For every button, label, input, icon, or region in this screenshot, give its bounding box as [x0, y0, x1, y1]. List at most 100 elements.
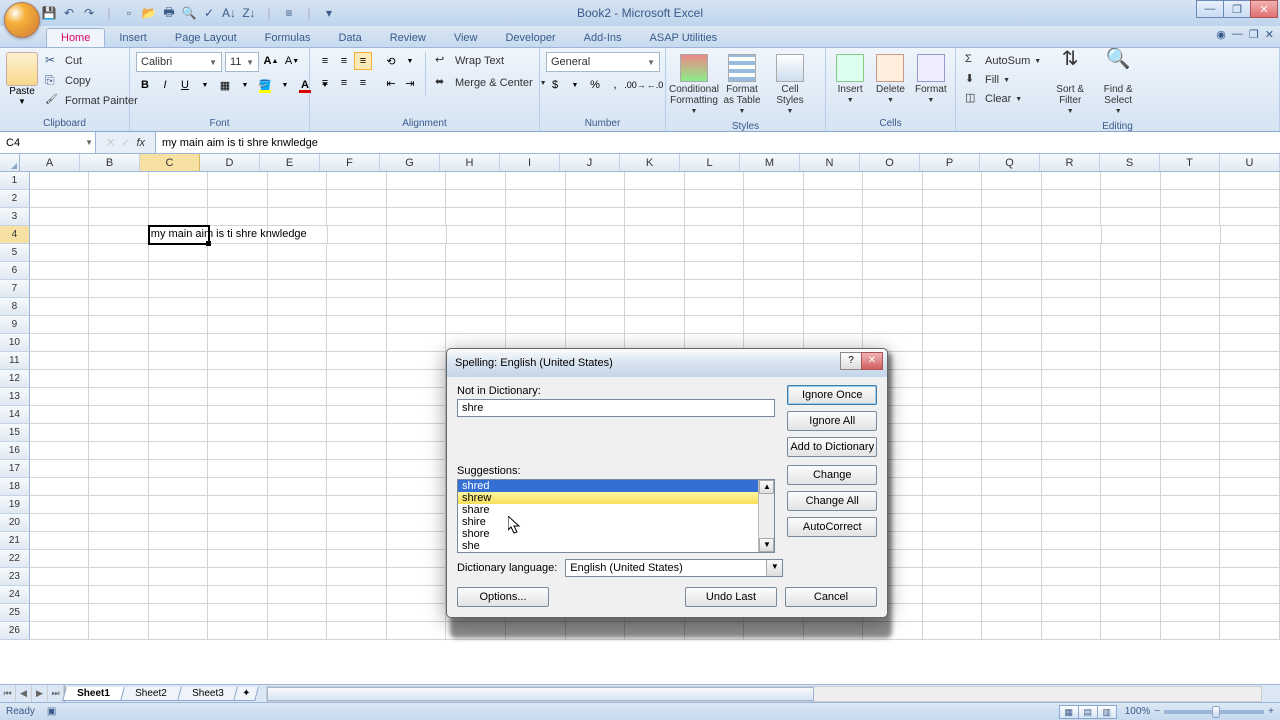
- cell[interactable]: [804, 172, 864, 190]
- cell[interactable]: [1161, 226, 1221, 244]
- cell[interactable]: [327, 424, 387, 442]
- qat-sortdesc-icon[interactable]: Z↓: [240, 4, 258, 22]
- cell[interactable]: [268, 352, 328, 370]
- cell[interactable]: [149, 406, 209, 424]
- cell[interactable]: [923, 334, 983, 352]
- row-header[interactable]: 25: [0, 604, 30, 622]
- cell[interactable]: [387, 424, 447, 442]
- cell[interactable]: [923, 622, 983, 640]
- cell[interactable]: [30, 298, 90, 316]
- cell[interactable]: [89, 388, 149, 406]
- cell[interactable]: [566, 316, 626, 334]
- format-as-table-button[interactable]: Format as Table▼: [720, 52, 764, 119]
- cell[interactable]: [446, 190, 506, 208]
- cell[interactable]: [89, 442, 149, 460]
- cell[interactable]: [923, 298, 983, 316]
- ignore-once-button[interactable]: Ignore Once: [787, 385, 877, 405]
- cell[interactable]: [149, 370, 209, 388]
- cell[interactable]: [1220, 478, 1280, 496]
- cell[interactable]: [89, 514, 149, 532]
- decrease-indent-button[interactable]: ⇤: [382, 74, 400, 92]
- qat-open-icon[interactable]: 📂: [140, 4, 158, 22]
- cell[interactable]: [30, 262, 90, 280]
- row-header[interactable]: 7: [0, 280, 30, 298]
- cell[interactable]: [387, 586, 447, 604]
- insert-sheet-button[interactable]: ✦: [233, 687, 259, 701]
- cell[interactable]: [327, 208, 387, 226]
- row-header[interactable]: 19: [0, 496, 30, 514]
- cell[interactable]: [804, 244, 864, 262]
- cell[interactable]: [1042, 262, 1102, 280]
- cell[interactable]: [1101, 550, 1161, 568]
- qat-sortasc-icon[interactable]: A↓: [220, 4, 238, 22]
- row-header[interactable]: 23: [0, 568, 30, 586]
- cell[interactable]: [30, 622, 90, 640]
- paste-button[interactable]: Paste ▼: [6, 52, 38, 106]
- cell[interactable]: [327, 442, 387, 460]
- cell[interactable]: [387, 208, 447, 226]
- tab-developer[interactable]: Developer: [491, 29, 569, 47]
- cell[interactable]: [327, 172, 387, 190]
- macro-record-icon[interactable]: ▣: [47, 706, 56, 717]
- cell[interactable]: [446, 244, 506, 262]
- cell[interactable]: [1042, 406, 1102, 424]
- cell[interactable]: [149, 442, 209, 460]
- cell[interactable]: [1161, 604, 1221, 622]
- fill-color-button[interactable]: 🪣: [256, 76, 274, 94]
- cell[interactable]: [1101, 496, 1161, 514]
- sort-filter-button[interactable]: ⇅Sort & Filter▼: [1048, 52, 1092, 119]
- cell[interactable]: [923, 478, 983, 496]
- formula-bar[interactable]: my main aim is ti shre knwledge: [156, 132, 1280, 153]
- font-color-button[interactable]: A: [296, 76, 314, 94]
- cell[interactable]: [30, 478, 90, 496]
- row-header[interactable]: 1: [0, 172, 30, 190]
- cell[interactable]: [268, 262, 328, 280]
- cell[interactable]: [744, 262, 804, 280]
- cell[interactable]: [1220, 334, 1280, 352]
- cell[interactable]: [1220, 388, 1280, 406]
- qat-quickprint-icon[interactable]: 🖶: [160, 4, 178, 22]
- cell[interactable]: [149, 460, 209, 478]
- cell[interactable]: [982, 532, 1042, 550]
- cell[interactable]: [804, 190, 864, 208]
- cell[interactable]: [1220, 550, 1280, 568]
- cell[interactable]: [149, 496, 209, 514]
- cell[interactable]: [1101, 586, 1161, 604]
- cell[interactable]: [1161, 280, 1221, 298]
- qat-customize-icon[interactable]: ▾: [320, 4, 338, 22]
- cell[interactable]: [327, 622, 387, 640]
- cell[interactable]: [1101, 208, 1161, 226]
- row-header[interactable]: 6: [0, 262, 30, 280]
- cell[interactable]: [1042, 316, 1102, 334]
- cell[interactable]: [149, 604, 209, 622]
- suggestion-item[interactable]: share: [458, 504, 774, 516]
- align-middle-button[interactable]: ≡: [335, 52, 353, 70]
- cell[interactable]: [89, 496, 149, 514]
- cell[interactable]: [89, 622, 149, 640]
- cell[interactable]: [1042, 622, 1102, 640]
- cell[interactable]: [208, 496, 268, 514]
- cell[interactable]: [1101, 604, 1161, 622]
- cell[interactable]: [744, 244, 804, 262]
- cell[interactable]: [208, 460, 268, 478]
- cell[interactable]: [923, 442, 983, 460]
- cell[interactable]: [804, 280, 864, 298]
- cell[interactable]: [89, 586, 149, 604]
- percent-button[interactable]: %: [586, 76, 604, 94]
- cell[interactable]: [982, 586, 1042, 604]
- cell[interactable]: [387, 550, 447, 568]
- cell[interactable]: [1161, 316, 1221, 334]
- cell[interactable]: [1101, 406, 1161, 424]
- cell[interactable]: [1101, 262, 1161, 280]
- cell[interactable]: [149, 208, 209, 226]
- cell[interactable]: [744, 280, 804, 298]
- column-header[interactable]: K: [620, 154, 680, 171]
- cell[interactable]: [327, 334, 387, 352]
- column-header[interactable]: F: [320, 154, 380, 171]
- cell[interactable]: [387, 370, 447, 388]
- cell[interactable]: [982, 352, 1042, 370]
- cell[interactable]: [387, 334, 447, 352]
- dialog-help-button[interactable]: ?: [840, 352, 862, 370]
- cell[interactable]: [685, 172, 745, 190]
- cell[interactable]: [327, 514, 387, 532]
